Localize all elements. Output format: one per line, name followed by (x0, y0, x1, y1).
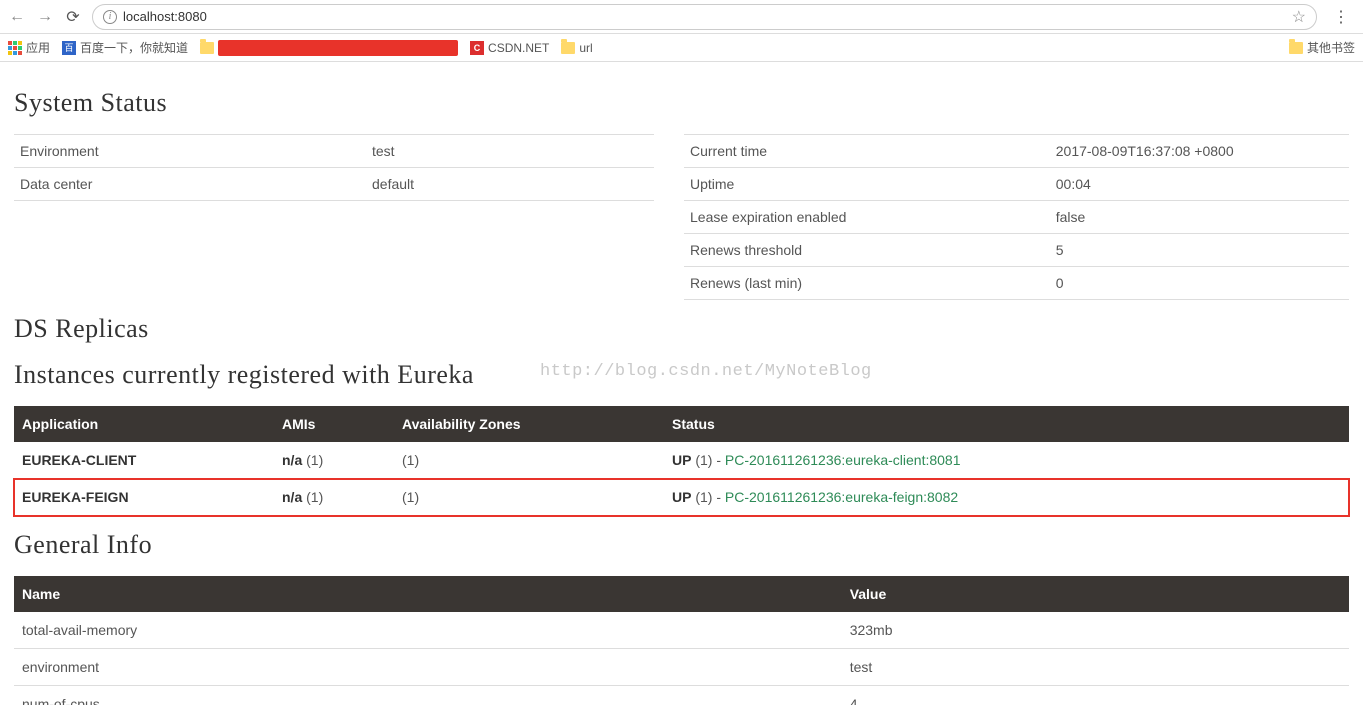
amis-cell: n/a (1) (274, 479, 394, 516)
key-cell: Lease expiration enabled (684, 201, 1050, 234)
page-content: System Status EnvironmenttestData center… (0, 62, 1363, 705)
heading-general-info: General Info (14, 530, 1349, 560)
col-value: Value (842, 576, 1349, 612)
url-text: localhost:8080 (123, 9, 207, 24)
value-cell: 323mb (842, 612, 1349, 649)
col-name: Name (14, 576, 842, 612)
status-table-right: Current time2017-08-09T16:37:08 +0800Upt… (684, 134, 1349, 300)
instance-link[interactable]: PC-201611261236:eureka-feign:8082 (725, 489, 958, 505)
apps-label: 应用 (26, 39, 50, 56)
az-cell: (1) (394, 442, 664, 479)
browser-toolbar: ← → ⟳ i localhost:8080 ☆ ⋮ (0, 0, 1363, 34)
instances-table: Application AMIs Availability Zones Stat… (14, 406, 1349, 516)
value-cell: false (1050, 201, 1349, 234)
folder-icon (200, 42, 214, 54)
bookmark-url-folder[interactable]: url (561, 41, 592, 55)
table-row: Data centerdefault (14, 168, 654, 201)
apps-shortcut[interactable]: 应用 (8, 39, 50, 56)
az-cell: (1) (394, 479, 664, 516)
address-bar[interactable]: i localhost:8080 ☆ (92, 4, 1317, 30)
key-cell: Current time (684, 135, 1050, 168)
status-cell: UP (1) - PC-201611261236:eureka-feign:80… (664, 479, 1349, 516)
back-button[interactable]: ← (8, 8, 26, 26)
bookmark-star-icon[interactable]: ☆ (1292, 7, 1306, 27)
value-cell: test (366, 135, 654, 168)
heading-system-status: System Status (14, 88, 1349, 118)
col-status: Status (664, 406, 1349, 442)
value-cell: default (366, 168, 654, 201)
value-cell: 2017-08-09T16:37:08 +0800 (1050, 135, 1349, 168)
heading-instances: Instances currently registered with Eure… (14, 360, 1349, 390)
folder-icon (1289, 42, 1303, 54)
table-row: environmenttest (14, 649, 1349, 686)
other-bookmarks[interactable]: 其他书签 (1289, 39, 1355, 56)
instance-link[interactable]: PC-201611261236:eureka-client:8081 (725, 452, 961, 468)
bookmark-csdn[interactable]: C CSDN.NET (470, 41, 549, 55)
table-row: EUREKA-FEIGNn/a (1)(1)UP (1) - PC-201611… (14, 479, 1349, 516)
bookmark-baidu[interactable]: 百 百度一下，你就知道 (62, 39, 188, 56)
table-row: total-avail-memory323mb (14, 612, 1349, 649)
amis-cell: n/a (1) (274, 442, 394, 479)
name-cell: environment (14, 649, 842, 686)
redacted-area (218, 40, 458, 56)
table-row: EUREKA-CLIENTn/a (1)(1)UP (1) - PC-20161… (14, 442, 1349, 479)
col-amis: AMIs (274, 406, 394, 442)
general-info-table: Name Value total-avail-memory323mbenviro… (14, 576, 1349, 705)
baidu-label: 百度一下，你就知道 (80, 39, 188, 56)
table-row: Environmenttest (14, 135, 654, 168)
app-cell: EUREKA-FEIGN (14, 479, 274, 516)
key-cell: Environment (14, 135, 366, 168)
info-icon[interactable]: i (103, 10, 117, 24)
name-cell: num-of-cpus (14, 686, 842, 705)
value-cell: 0 (1050, 267, 1349, 300)
key-cell: Renews (last min) (684, 267, 1050, 300)
other-bookmarks-label: 其他书签 (1307, 39, 1355, 56)
url-folder-label: url (579, 41, 592, 55)
status-columns: EnvironmenttestData centerdefault Curren… (14, 134, 1349, 300)
table-row: Uptime00:04 (684, 168, 1349, 201)
key-cell: Data center (14, 168, 366, 201)
table-row: Renews (last min)0 (684, 267, 1349, 300)
forward-button[interactable]: → (36, 8, 54, 26)
table-row: Lease expiration enabledfalse (684, 201, 1349, 234)
key-cell: Renews threshold (684, 234, 1050, 267)
reload-button[interactable]: ⟳ (64, 7, 82, 27)
key-cell: Uptime (684, 168, 1050, 201)
csdn-icon: C (470, 41, 484, 55)
value-cell: 00:04 (1050, 168, 1349, 201)
status-cell: UP (1) - PC-201611261236:eureka-client:8… (664, 442, 1349, 479)
apps-icon (8, 41, 22, 55)
page-viewport[interactable]: System Status EnvironmenttestData center… (0, 62, 1363, 705)
baidu-icon: 百 (62, 41, 76, 55)
bookmarks-bar: 应用 百 百度一下，你就知道 C CSDN.NET url 其他书签 (0, 34, 1363, 62)
name-cell: total-avail-memory (14, 612, 842, 649)
csdn-label: CSDN.NET (488, 41, 549, 55)
col-application: Application (14, 406, 274, 442)
value-cell: test (842, 649, 1349, 686)
bookmark-redacted[interactable] (200, 40, 458, 56)
table-row: Renews threshold5 (684, 234, 1349, 267)
browser-menu-icon[interactable]: ⋮ (1327, 7, 1355, 27)
table-row: Current time2017-08-09T16:37:08 +0800 (684, 135, 1349, 168)
value-cell: 4 (842, 686, 1349, 705)
folder-icon (561, 42, 575, 54)
col-az: Availability Zones (394, 406, 664, 442)
table-row: num-of-cpus4 (14, 686, 1349, 705)
value-cell: 5 (1050, 234, 1349, 267)
status-table-left: EnvironmenttestData centerdefault (14, 134, 654, 201)
app-cell: EUREKA-CLIENT (14, 442, 274, 479)
heading-ds-replicas: DS Replicas (14, 314, 1349, 344)
